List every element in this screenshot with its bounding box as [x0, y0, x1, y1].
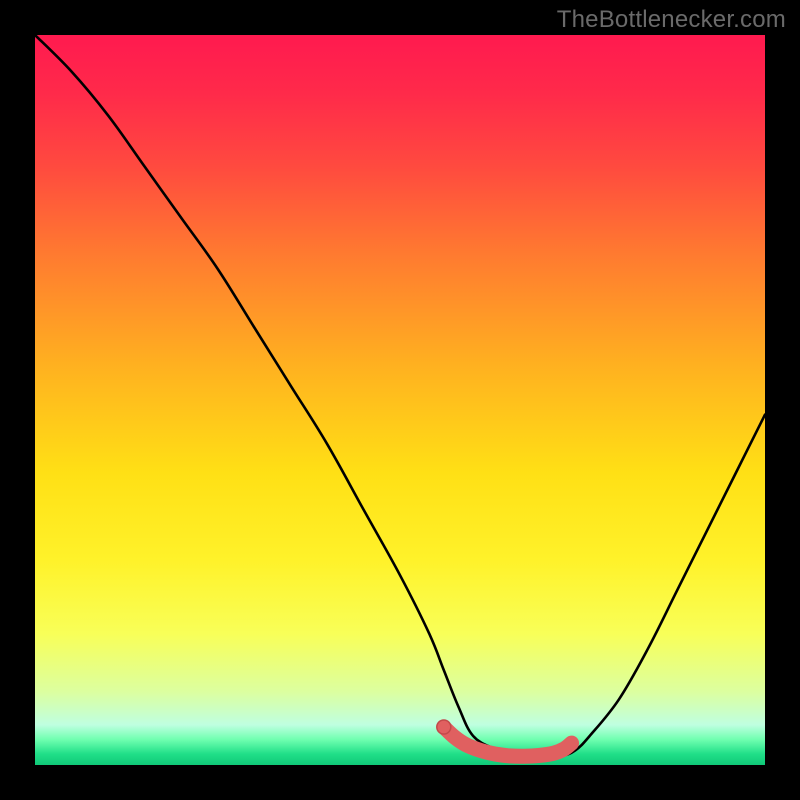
- marker-dot: [437, 720, 451, 734]
- watermark-text: TheBottlenecker.com: [557, 6, 786, 34]
- plot-area: [35, 35, 765, 765]
- chart-canvas: [35, 35, 765, 765]
- gradient-background: [35, 35, 765, 765]
